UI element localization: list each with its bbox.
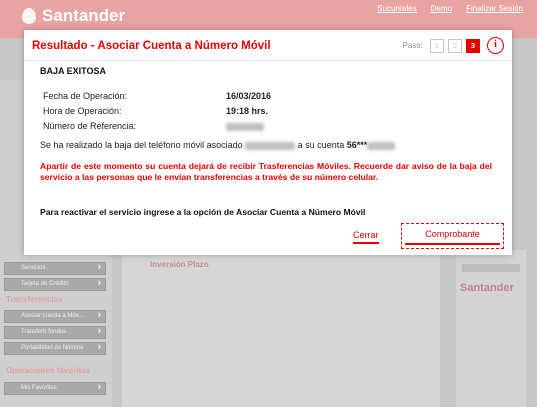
sidebar-item-tarjeta[interactable]: Tarjeta de Crédito xyxy=(4,277,106,291)
field-ref-label: Número de Referencia: xyxy=(43,121,137,131)
section-transferencias: Transferencias xyxy=(6,295,63,304)
field-row: Hora de Operación: 19:18 hrs. xyxy=(43,106,271,121)
message-part2: a su cuenta xyxy=(297,140,345,150)
reactivate-text: Para reactivar el servicio ingrese a la … xyxy=(40,207,366,217)
top-links: Sucursales Demo Finalizar Sesión xyxy=(377,4,523,13)
field-time-label: Hora de Operación: xyxy=(43,106,122,116)
field-row: Número de Referencia: xyxy=(43,121,271,136)
result-modal: Resultado - Asociar Cuenta a Número Móvi… xyxy=(24,30,512,255)
link-demo[interactable]: Demo xyxy=(431,4,452,13)
redacted-phone xyxy=(245,141,296,150)
field-date-value: 16/03/2016 xyxy=(226,91,272,101)
redacted-reference xyxy=(226,123,264,131)
redacted-account xyxy=(367,141,396,150)
sidebar-item-asociar[interactable]: Asociar cuenta a Móv... xyxy=(4,309,106,323)
right-logo: Santander xyxy=(460,282,514,294)
result-message: Se ha realizado la baja del teléfono móv… xyxy=(40,140,396,150)
brand-logo: Santander xyxy=(22,6,125,26)
field-time-value: 19:18 hrs. xyxy=(226,106,269,116)
sidebar-item-portabilidad[interactable]: Portabilidad de Nómina xyxy=(4,341,106,355)
link-logout[interactable]: Finalizar Sesión xyxy=(466,4,523,13)
sidebar-item-servicios[interactable]: Servicios xyxy=(4,261,106,275)
receipt-button[interactable]: Comprobante xyxy=(405,227,500,245)
inversion-row[interactable]: Inversión Plazo xyxy=(130,260,430,274)
step-label: Paso: xyxy=(402,41,423,50)
field-date-label: Fecha de Operación: xyxy=(43,91,128,101)
operation-details: Fecha de Operación: 16/03/2016 Hora de O… xyxy=(43,91,271,136)
receipt-button-focus: Comprobante xyxy=(401,223,504,249)
step-3-active: 3 xyxy=(466,38,480,53)
step-indicator: Paso: 1 2 3 i xyxy=(403,37,504,54)
field-row: Fecha de Operación: 16/03/2016 xyxy=(43,91,271,106)
main-content: Inversión Plazo xyxy=(122,250,440,407)
santander-flame-icon xyxy=(22,8,36,24)
brand-name: Santander xyxy=(42,6,126,25)
link-sucursales[interactable]: Sucursales xyxy=(377,4,417,13)
warning-text: Apartir de este momento su cuenta dejará… xyxy=(40,161,492,182)
account-masked: 56*** xyxy=(346,140,368,150)
section-favoritas: Operaciones favoritas xyxy=(6,366,91,375)
sidebar-item-transferir[interactable]: Transferir fondos xyxy=(4,325,106,339)
modal-header: Resultado - Asociar Cuenta a Número Móvi… xyxy=(24,30,512,61)
right-pill xyxy=(462,264,520,272)
step-1: 1 xyxy=(430,38,444,53)
status-heading: BAJA EXITOSA xyxy=(40,66,107,76)
info-icon[interactable]: i xyxy=(487,37,504,54)
right-panel: Santander xyxy=(456,250,526,407)
modal-title: Resultado - Asociar Cuenta a Número Móvi… xyxy=(32,40,271,52)
field-ref-value xyxy=(226,121,264,136)
sidebar-item-favoritos[interactable]: Mis Favoritos xyxy=(4,381,106,395)
step-2: 2 xyxy=(448,38,462,53)
close-button[interactable]: Cerrar xyxy=(353,230,379,244)
message-part1: Se ha realizado la baja del teléfono móv… xyxy=(40,140,243,150)
